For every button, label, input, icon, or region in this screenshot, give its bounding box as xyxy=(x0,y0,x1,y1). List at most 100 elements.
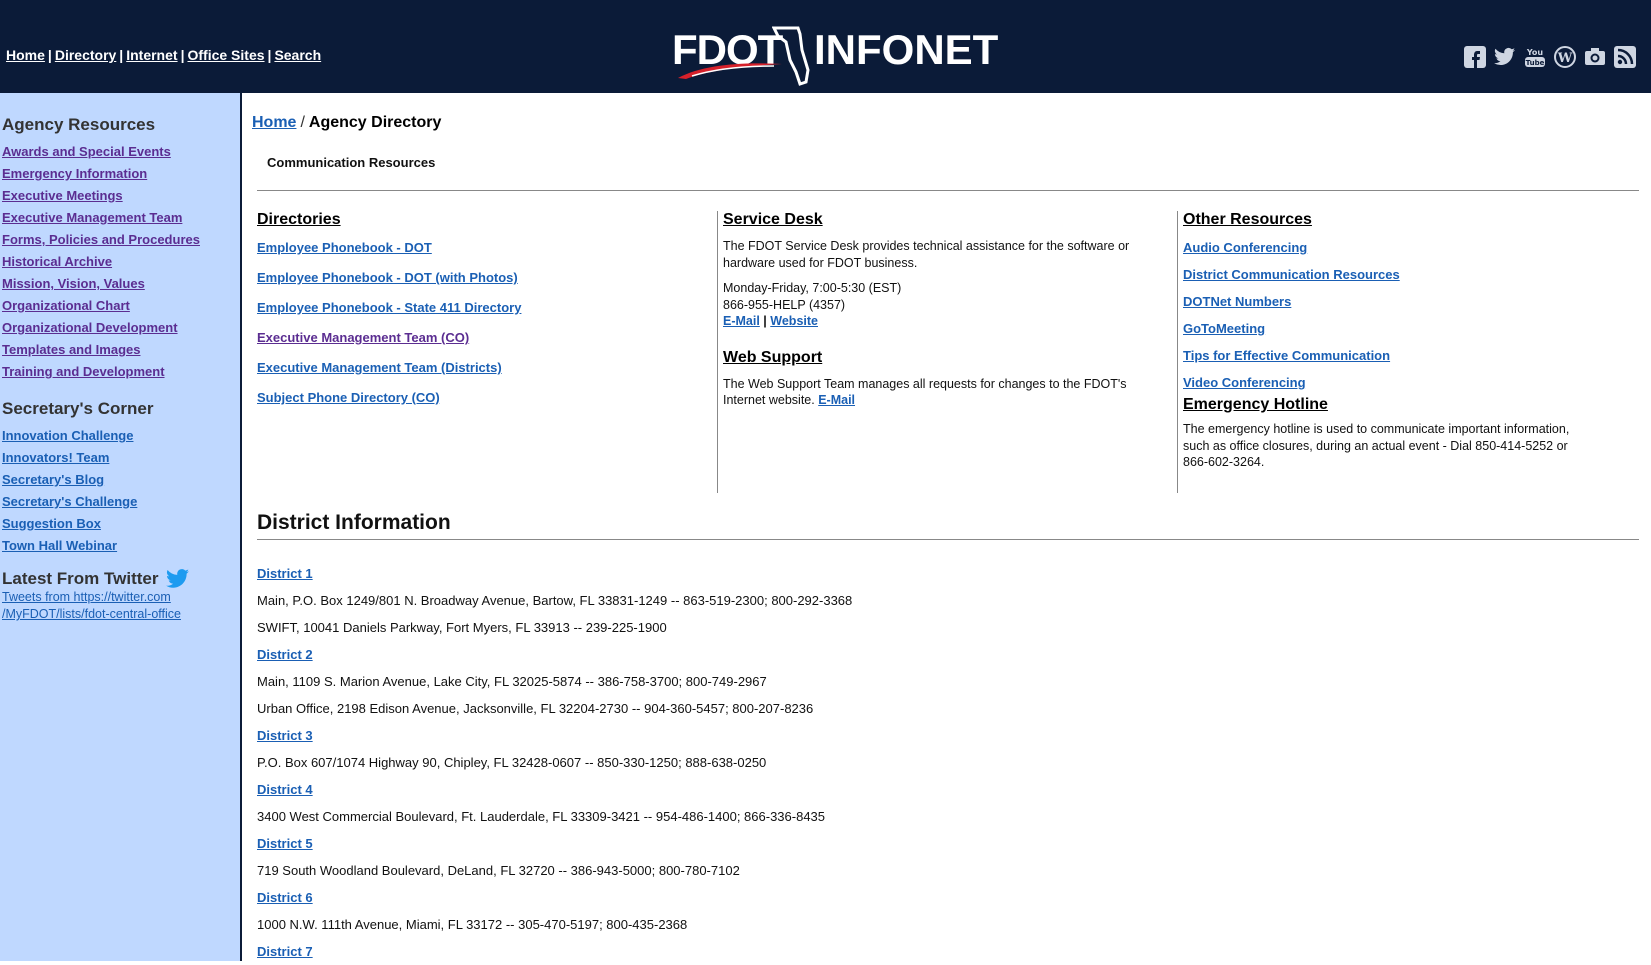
page-subheading: Communication Resources xyxy=(267,155,436,170)
wordpress-icon[interactable]: W xyxy=(1553,45,1577,69)
dotnet-numbers-link[interactable]: DOTNet Numbers xyxy=(1183,294,1291,309)
district-link[interactable]: District 5 xyxy=(257,836,313,851)
breadcrumb-current: Agency Directory xyxy=(308,114,442,131)
subject-phone-directory-link[interactable]: Subject Phone Directory (CO) xyxy=(257,390,440,405)
sidebar-link[interactable]: Mission, Vision, Values xyxy=(2,276,145,291)
divider xyxy=(257,539,1639,540)
secretarys-corner-section: Secretary's Corner Innovation Challenge … xyxy=(0,399,153,557)
district-heading-row: District 1 xyxy=(257,560,852,587)
twitter-bird-icon xyxy=(166,569,190,588)
nav-internet-link[interactable]: Internet xyxy=(126,47,177,63)
employee-phonebook-photos-link[interactable]: Employee Phonebook - DOT (with Photos) xyxy=(257,270,518,285)
service-desk-hours: Monday-Friday, 7:00-5:30 (EST) xyxy=(723,281,902,295)
state-411-directory-link[interactable]: Employee Phonebook - State 411 Directory xyxy=(257,300,521,315)
sidebar-link[interactable]: Historical Archive xyxy=(2,254,112,269)
service-desk-email-link[interactable]: E-Mail xyxy=(723,314,760,328)
sidebar-link[interactable]: Town Hall Webinar xyxy=(2,538,117,553)
agency-resources-heading: Agency Resources xyxy=(2,115,156,134)
sidebar-item-suggestion: Suggestion Box xyxy=(0,513,153,535)
district-link[interactable]: District 2 xyxy=(257,647,313,662)
district-link[interactable]: District 1 xyxy=(257,566,313,581)
resource-link-item: Audio Conferencing xyxy=(1183,241,1603,255)
gotomeeting-link[interactable]: GoToMeeting xyxy=(1183,321,1265,336)
directory-link-item: Subject Phone Directory (CO) xyxy=(257,391,697,405)
main-content: Home / Agency Directory Communication Reso… xyxy=(244,93,1651,961)
sidebar-item-innovation: Innovation Challenge xyxy=(0,425,153,447)
sidebar-link[interactable]: Secretary's Challenge xyxy=(2,494,137,509)
nav-directory-link[interactable]: Directory xyxy=(55,47,116,63)
sidebar-link[interactable]: Executive Management Team xyxy=(2,210,182,225)
other-resources-heading: Other Resources xyxy=(1183,211,1312,228)
sidebar-link[interactable]: Organizational Development xyxy=(2,320,178,335)
youtube-icon[interactable]: You Tube xyxy=(1523,45,1547,69)
district-link[interactable]: District 7 xyxy=(257,944,313,959)
sidebar: Agency Resources Awards and Special Even… xyxy=(0,93,242,961)
directories-column: Directories Employee Phonebook - DOT Emp… xyxy=(257,211,697,421)
sidebar-item-training: Training and Development xyxy=(0,361,200,383)
tweets-link-block: Tweets from https://twitter.com/MyFDOT/l… xyxy=(0,589,190,623)
sidebar-link[interactable]: Organizational Chart xyxy=(2,298,130,313)
sidebar-link[interactable]: Suggestion Box xyxy=(2,516,101,531)
facebook-icon[interactable] xyxy=(1463,45,1487,69)
sidebar-link[interactable]: Templates and Images xyxy=(2,342,140,357)
nav-office-sites-link[interactable]: Office Sites xyxy=(187,47,264,63)
district-address: Main, 1109 S. Marion Avenue, Lake City, … xyxy=(257,674,767,689)
web-support-description: The Web Support Team manages all request… xyxy=(723,376,1148,409)
column-divider xyxy=(1177,211,1178,493)
sidebar-link[interactable]: Training and Development xyxy=(2,364,165,379)
sidebar-link[interactable]: Secretary's Blog xyxy=(2,472,104,487)
sidebar-link[interactable]: Awards and Special Events xyxy=(2,144,171,159)
sidebar-item-townhall: Town Hall Webinar xyxy=(0,535,153,557)
directory-link-item: Employee Phonebook - DOT (with Photos) xyxy=(257,271,697,285)
exec-team-districts-link[interactable]: Executive Management Team (Districts) xyxy=(257,360,502,375)
service-desk-description: The FDOT Service Desk provides technical… xyxy=(723,239,1130,270)
sidebar-item-emergency-info: Emergency Information xyxy=(0,163,200,185)
sidebar-link[interactable]: Emergency Information xyxy=(2,166,147,181)
employee-phonebook-link[interactable]: Employee Phonebook - DOT xyxy=(257,240,432,255)
district-link[interactable]: District 4 xyxy=(257,782,313,797)
sidebar-link[interactable]: Innovators! Team xyxy=(2,450,109,465)
rss-icon[interactable] xyxy=(1613,45,1637,69)
sidebar-item-org-chart: Organizational Chart xyxy=(0,295,200,317)
directories-heading: Directories xyxy=(257,211,341,228)
service-desk-website-link[interactable]: Website xyxy=(770,314,818,328)
sidebar-item-templates: Templates and Images xyxy=(0,339,200,361)
emergency-hotline-heading: Emergency Hotline xyxy=(1183,396,1328,413)
twitter-heading-row: Latest From Twitter xyxy=(0,569,190,589)
divider xyxy=(257,190,1639,191)
sidebar-item-exec-team: Executive Management Team xyxy=(0,207,200,229)
district-heading-row: District 5 xyxy=(257,830,852,857)
exec-team-co-link[interactable]: Executive Management Team (CO) xyxy=(257,330,469,345)
district-address: SWIFT, 10041 Daniels Parkway, Fort Myers… xyxy=(257,620,667,635)
tweets-link[interactable]: Tweets from https://twitter.com/MyFDOT/l… xyxy=(2,590,181,621)
communication-tips-link[interactable]: Tips for Effective Communication xyxy=(1183,348,1390,363)
district-address: Main, P.O. Box 1249/801 N. Broadway Aven… xyxy=(257,593,853,608)
video-conferencing-link[interactable]: Video Conferencing xyxy=(1183,375,1306,390)
agency-resources-section: Agency Resources Awards and Special Even… xyxy=(0,115,200,383)
audio-conferencing-link[interactable]: Audio Conferencing xyxy=(1183,240,1307,255)
svg-text:Tube: Tube xyxy=(1526,59,1545,67)
twitter-icon[interactable] xyxy=(1493,45,1517,69)
web-support-email-link[interactable]: E-Mail xyxy=(818,393,855,407)
district-link[interactable]: District 3 xyxy=(257,728,313,743)
sidebar-link[interactable]: Forms, Policies and Procedures xyxy=(2,232,200,247)
twitter-heading: Latest From Twitter xyxy=(2,569,159,588)
nav-home-link[interactable]: Home xyxy=(6,47,45,63)
sidebar-item-innovators: Innovators! Team xyxy=(0,447,153,469)
breadcrumb-separator: / xyxy=(300,114,305,131)
sidebar-item-blog: Secretary's Blog xyxy=(0,469,153,491)
district-communication-link[interactable]: District Communication Resources xyxy=(1183,267,1400,282)
district-address: P.O. Box 607/1074 Highway 90, Chipley, F… xyxy=(257,755,767,770)
breadcrumb-home-link[interactable]: Home xyxy=(252,114,296,131)
sidebar-item-forms: Forms, Policies and Procedures xyxy=(0,229,200,251)
secretarys-corner-heading: Secretary's Corner xyxy=(2,399,154,418)
district-info-heading: District Information xyxy=(257,511,451,534)
nav-search-link[interactable]: Search xyxy=(274,47,321,63)
sidebar-link[interactable]: Innovation Challenge xyxy=(2,428,133,443)
sidebar-link[interactable]: Executive Meetings xyxy=(2,188,123,203)
column-divider xyxy=(717,211,718,493)
tweets-link-line1: Tweets from https://twitter.com xyxy=(2,590,171,604)
camera-icon[interactable] xyxy=(1583,45,1607,69)
district-address: Urban Office, 2198 Edison Avenue, Jackso… xyxy=(257,701,814,716)
district-link[interactable]: District 6 xyxy=(257,890,313,905)
